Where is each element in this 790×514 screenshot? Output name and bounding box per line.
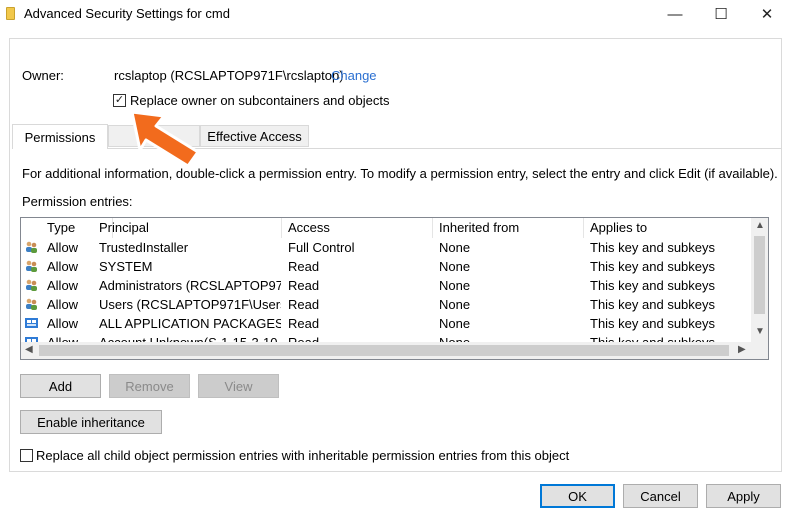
- minimize-button[interactable]: —: [652, 0, 698, 28]
- replace-child-permissions-label: Replace all child object permission entr…: [36, 448, 570, 463]
- window-title: Advanced Security Settings for cmd: [24, 6, 230, 21]
- enable-inheritance-button[interactable]: Enable inheritance: [20, 410, 162, 434]
- cell-principal: ALL APPLICATION PACKAGES: [99, 316, 281, 331]
- cell-type: Allow: [47, 297, 79, 312]
- cancel-button[interactable]: Cancel: [623, 484, 698, 508]
- scroll-up-icon[interactable]: ▲: [755, 220, 765, 231]
- add-button[interactable]: Add: [20, 374, 101, 398]
- view-button[interactable]: View: [198, 374, 279, 398]
- cell-access: Read: [288, 259, 320, 274]
- cell-applies-to: This key and subkeys: [590, 297, 716, 312]
- apply-button[interactable]: Apply: [706, 484, 781, 508]
- cell-principal: Administrators (RCSLAPTOP971...: [99, 278, 281, 293]
- permission-entries-label: Permission entries:: [22, 194, 133, 209]
- cell-applies-to: This key and subkeys: [590, 259, 716, 274]
- cell-inherited-from: None: [439, 240, 471, 255]
- tab-permissions[interactable]: Permissions: [12, 124, 108, 149]
- cell-principal: TrustedInstaller: [99, 240, 189, 255]
- change-owner-link[interactable]: Change: [331, 68, 377, 83]
- ok-button[interactable]: OK: [540, 484, 615, 508]
- user-group-icon: [25, 279, 38, 291]
- replace-child-permissions-checkbox[interactable]: [20, 449, 33, 462]
- cell-type: Allow: [47, 259, 79, 274]
- tab-effective-access[interactable]: Effective Access: [200, 125, 309, 147]
- vertical-scroll-thumb[interactable]: [754, 236, 765, 314]
- cell-type: Allow: [47, 316, 79, 331]
- column-header-access[interactable]: Access: [282, 218, 433, 238]
- cell-type: Allow: [47, 278, 79, 293]
- column-header-inherited-from[interactable]: Inherited from: [433, 218, 584, 238]
- cell-access: Full Control: [288, 240, 355, 255]
- cell-applies-to: This key and subkeys: [590, 278, 716, 293]
- table-row[interactable]: Allow SYSTEM Read None This key and subkeys: [21, 257, 761, 276]
- table-row[interactable]: Allow ALL APPLICATION PACKAGES Read None Thi…: [21, 314, 761, 333]
- remove-button[interactable]: Remove: [109, 374, 190, 398]
- scroll-left-icon[interactable]: ◀: [25, 344, 33, 355]
- cell-access: Read: [288, 297, 320, 312]
- user-group-icon: [25, 241, 38, 253]
- folder-icon: [6, 7, 15, 20]
- owner-value: rcslaptop (RCSLAPTOP971F\rcslaptop): [114, 68, 344, 83]
- user-group-icon: [25, 260, 38, 272]
- table-row[interactable]: Allow TrustedInstaller Full Control None Thi…: [21, 238, 761, 257]
- user-group-icon: [25, 298, 38, 310]
- column-header-applies-to[interactable]: Applies to: [584, 218, 752, 238]
- owner-label: Owner:: [22, 68, 64, 83]
- app-packages-icon: [25, 317, 38, 329]
- column-header-principal[interactable]: Principal: [93, 218, 282, 238]
- vertical-scrollbar[interactable]: ▲ ▼: [751, 218, 768, 342]
- horizontal-scrollbar[interactable]: ◀ ▶: [21, 342, 768, 359]
- cell-applies-to: This key and subkeys: [590, 316, 716, 331]
- cell-access: Read: [288, 278, 320, 293]
- cell-access: Read: [288, 316, 320, 331]
- maximize-button[interactable]: ☐: [698, 0, 744, 28]
- table-row[interactable]: Allow Users (RCSLAPTOP971F\Users) Read None…: [21, 295, 761, 314]
- scroll-down-icon[interactable]: ▼: [755, 326, 765, 337]
- annotation-arrow-icon: [130, 110, 200, 168]
- cell-inherited-from: None: [439, 316, 471, 331]
- cell-inherited-from: None: [439, 297, 471, 312]
- table-row[interactable]: Allow Administrators (RCSLAPTOP971... Read…: [21, 276, 761, 295]
- cell-inherited-from: None: [439, 278, 471, 293]
- horizontal-scroll-thumb[interactable]: [39, 345, 729, 356]
- cell-principal: SYSTEM: [99, 259, 153, 274]
- cell-type: Allow: [47, 240, 79, 255]
- cell-principal: Users (RCSLAPTOP971F\Users): [99, 297, 281, 312]
- scroll-right-icon[interactable]: ▶: [738, 344, 746, 355]
- close-button[interactable]: ✕: [744, 0, 790, 28]
- cell-applies-to: This key and subkeys: [590, 240, 716, 255]
- cell-inherited-from: None: [439, 259, 471, 274]
- permission-entries-list[interactable]: Type Principal Access Inherited from App…: [20, 217, 769, 360]
